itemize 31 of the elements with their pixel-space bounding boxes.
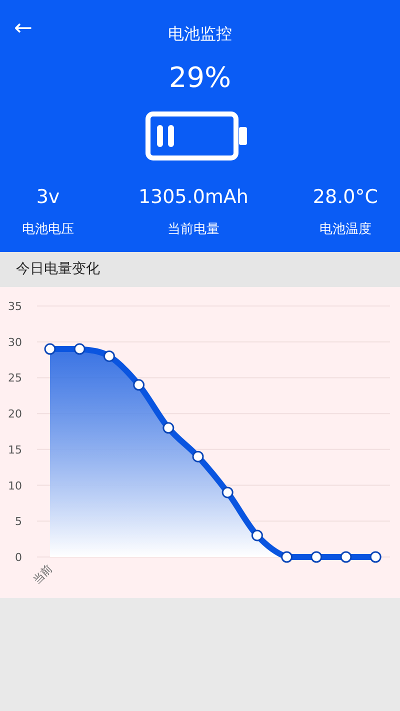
stat-label: 电池温度 (319, 220, 372, 238)
section-title: 今日电量变化 (16, 260, 100, 279)
data-point (251, 530, 263, 542)
data-point (222, 486, 234, 498)
data-point (103, 350, 115, 362)
data-point (192, 450, 204, 462)
y-axis-label: 35 (8, 300, 22, 313)
battery-percentage: 29% (168, 60, 232, 95)
back-button[interactable]: ← (10, 18, 36, 40)
page-title: 电池监控 (168, 23, 232, 45)
y-axis-label: 10 (8, 479, 22, 492)
y-axis-label: 30 (8, 336, 22, 349)
data-point (44, 343, 56, 355)
y-axis-label: 5 (15, 515, 22, 528)
stat-value: 28.0°C (312, 185, 378, 210)
data-point (310, 551, 322, 563)
data-point (370, 551, 382, 563)
stat-value: 3v (36, 185, 60, 210)
y-axis-label: 0 (15, 551, 22, 564)
data-point (74, 343, 86, 355)
stat-label: 电池电压 (22, 220, 74, 238)
data-point (281, 551, 293, 563)
x-axis-label: 当前 (30, 562, 56, 587)
data-point (340, 551, 352, 563)
data-point (133, 379, 145, 391)
stat-label: 当前电量 (167, 220, 220, 238)
y-axis-label: 20 (8, 408, 22, 421)
stat-value: 1305.0mAh (138, 185, 248, 210)
data-point (162, 422, 174, 434)
y-axis-label: 15 (8, 443, 22, 456)
y-axis-label: 25 (8, 372, 22, 385)
